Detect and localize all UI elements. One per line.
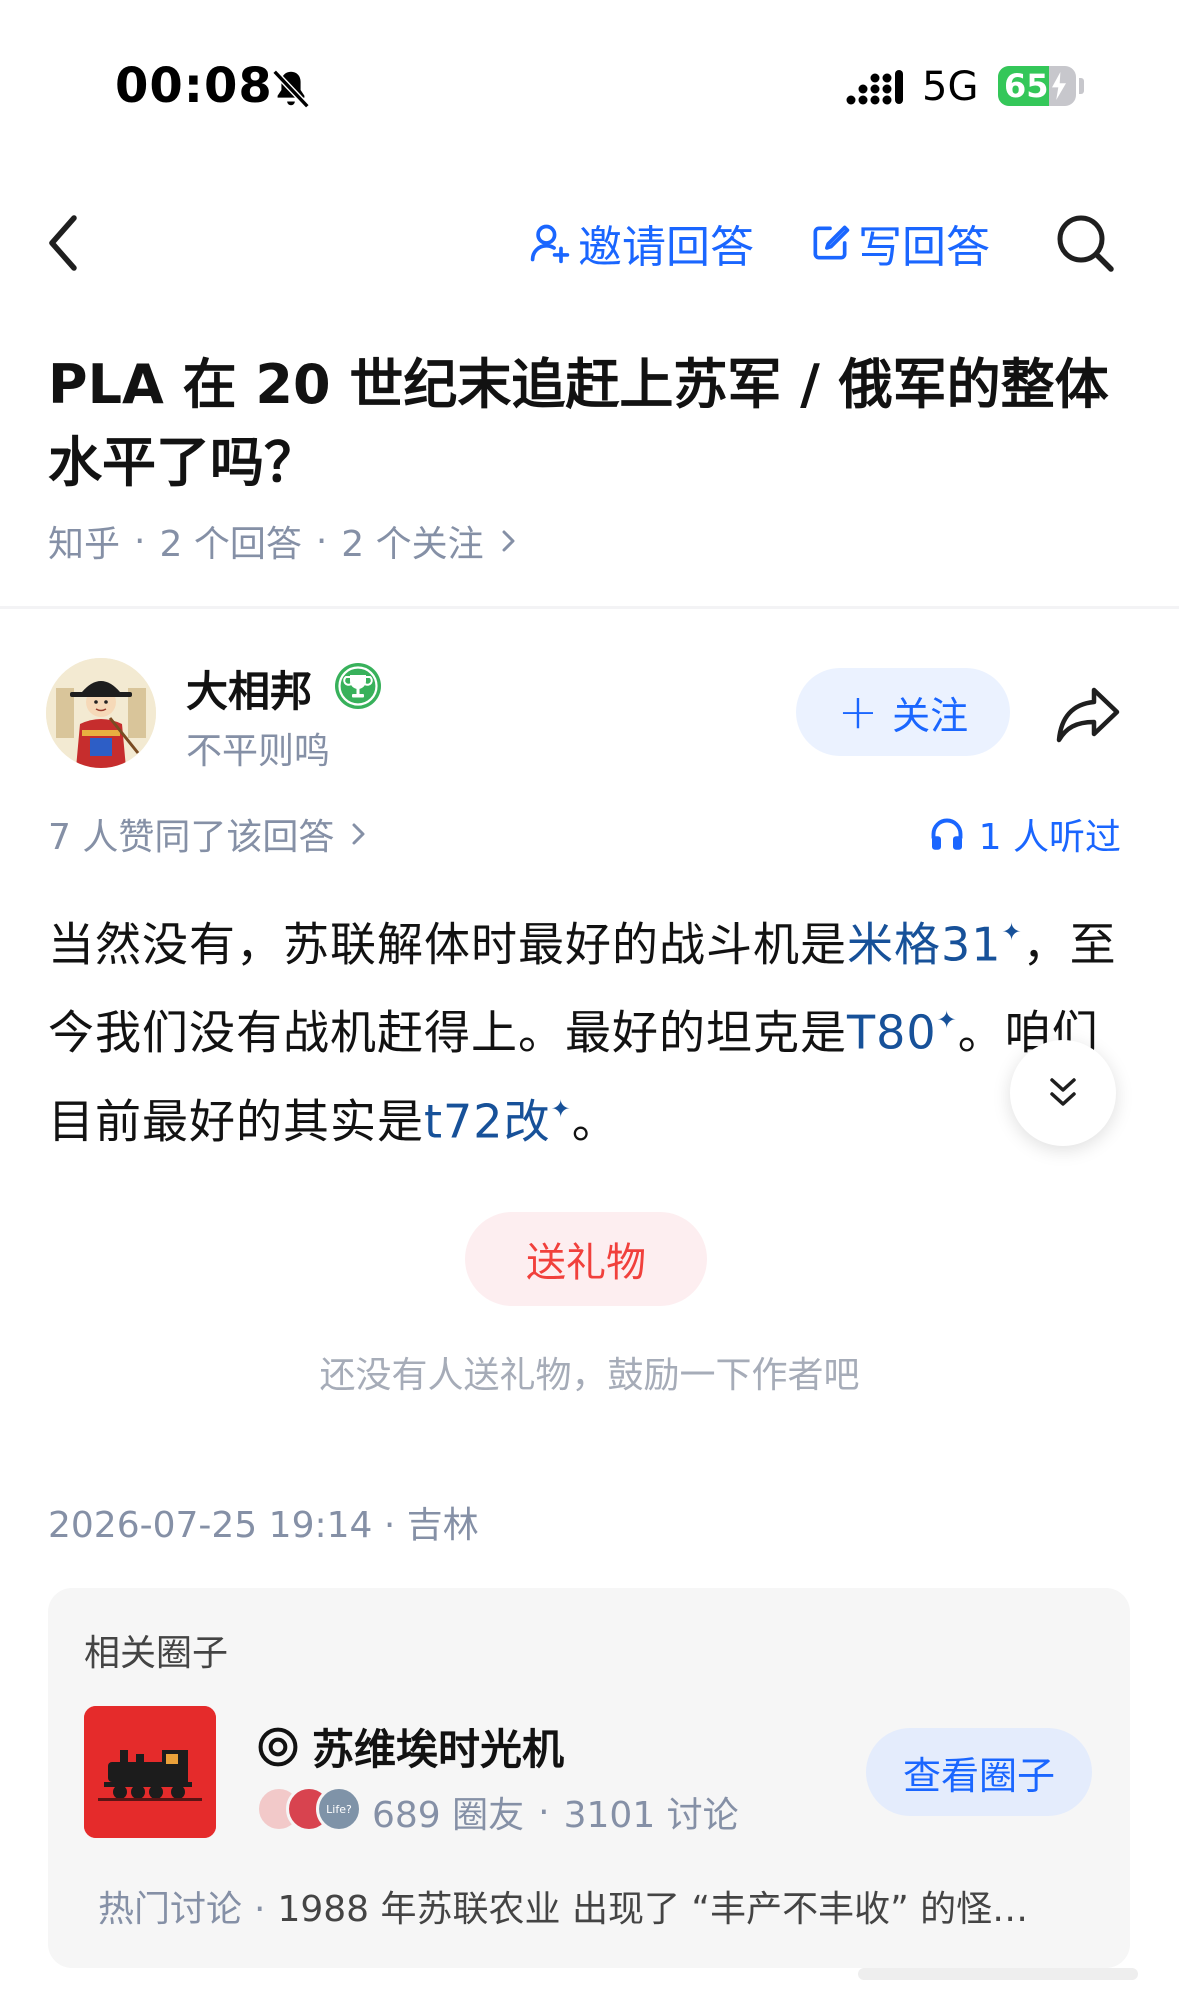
- member-avatars: Life?: [256, 1784, 364, 1834]
- double-chevron-down-icon: [1050, 1078, 1076, 1106]
- view-circle-button[interactable]: 查看圈子: [866, 1728, 1092, 1816]
- separator-dot: ·: [134, 520, 146, 562]
- invite-answer-button[interactable]: 邀请回答: [528, 213, 754, 273]
- write-answer-label: 写回答: [858, 222, 990, 273]
- battery-cap: [1079, 78, 1084, 94]
- follow-count: 2 个关注: [341, 524, 484, 565]
- listen-count-label: 1 人听过: [978, 817, 1121, 858]
- headphones-icon: [931, 818, 963, 850]
- author-bio: 不平则鸣: [186, 731, 331, 772]
- post-meta: 2026-07-25 19:14 · 吉林: [48, 1505, 479, 1546]
- watermark-icon: [858, 1968, 1138, 1980]
- sparkle-icon: ✦: [550, 1094, 572, 1123]
- agree-count[interactable]: 7 人赞同了该回答: [48, 808, 370, 860]
- sparkle-icon: ✦: [1001, 918, 1023, 946]
- status-time: 00:08: [115, 58, 273, 114]
- separator-dot: ·: [254, 1889, 266, 1930]
- author-avatar[interactable]: [46, 658, 156, 768]
- answer-content: 当然没有，苏联解体时最好的战斗机是米格31✦，至今我们没有战机赶得上。最好的坦克…: [48, 896, 1128, 1161]
- train-icon: [84, 1706, 216, 1838]
- hot-discussion[interactable]: 热门讨论 · 1988 年苏联农业 出现了 “丰产不丰收” 的怪…: [98, 1880, 1098, 1932]
- author-name[interactable]: 大相邦: [186, 658, 312, 719]
- circle-stats: 689 圈友 · 3101 讨论: [372, 1786, 739, 1838]
- hot-discussion-topic: 1988 年苏联农业 出现了 “丰产不丰收” 的怪…: [277, 1889, 1029, 1930]
- trophy-badge-icon: [335, 663, 381, 709]
- circle-name[interactable]: 苏维埃时光机: [256, 1716, 564, 1777]
- discussion-count: 3101 讨论: [563, 1795, 739, 1836]
- search-icon[interactable]: [1052, 210, 1118, 276]
- bell-slash-icon: [272, 69, 310, 109]
- hot-discussion-label: 热门讨论: [98, 1889, 243, 1930]
- author-avatar-image: [46, 658, 156, 768]
- member-avatar: Life?: [316, 1786, 362, 1832]
- answer-text: 。: [571, 1093, 619, 1148]
- battery-level: 65: [1004, 67, 1049, 105]
- person-add-icon: [530, 224, 570, 264]
- pencil-square-icon: [813, 225, 850, 260]
- section-divider: [0, 606, 1179, 609]
- question-title[interactable]: PLA 在 20 世纪末追赶上苏军 / 俄军的整体水平了吗？: [48, 346, 1138, 502]
- question-meta[interactable]: 知乎 · 2 个回答 · 2 个关注: [48, 515, 520, 567]
- invite-answer-label: 邀请回答: [578, 222, 754, 273]
- listen-count[interactable]: 1 人听过: [929, 808, 1121, 860]
- share-icon[interactable]: [1054, 684, 1122, 744]
- gift-hint: 还没有人送礼物，鼓励一下作者吧: [319, 1355, 860, 1396]
- plus-icon: +: [837, 684, 879, 740]
- battery-icon: 65: [998, 66, 1076, 106]
- chevron-right-icon: [352, 823, 365, 845]
- signal-icon: [846, 70, 903, 105]
- chevron-left-icon[interactable]: [40, 208, 90, 278]
- question-source: 知乎: [48, 524, 121, 565]
- follow-button[interactable]: + 关注: [796, 668, 1010, 756]
- agree-count-label: 7 人赞同了该回答: [48, 817, 335, 858]
- answer-count: 2 个回答: [159, 524, 302, 565]
- sparkle-icon: ✦: [936, 1006, 958, 1035]
- circle-name-label: 苏维埃时光机: [312, 1725, 565, 1774]
- expand-button[interactable]: [1010, 1040, 1116, 1146]
- status-bar: 00:08 5G 65: [0, 0, 1179, 140]
- send-gift-button[interactable]: 送礼物: [465, 1212, 707, 1306]
- circle-thumbnail: [84, 1706, 216, 1838]
- circle-at-icon: [258, 1727, 298, 1766]
- keyword-link[interactable]: T80: [847, 1006, 937, 1060]
- separator-dot: ·: [538, 1791, 550, 1833]
- chevron-right-icon: [502, 530, 515, 552]
- answer-text: 当然没有，苏联解体时最好的战斗机是: [48, 917, 847, 972]
- keyword-link[interactable]: t72改: [424, 1094, 551, 1148]
- separator-dot: ·: [315, 520, 328, 562]
- network-type: 5G: [922, 64, 979, 110]
- keyword-link[interactable]: 米格31: [847, 917, 1002, 971]
- write-answer-button[interactable]: 写回答: [808, 213, 990, 273]
- charging-bolt-icon: [1052, 72, 1066, 100]
- follow-label: 关注: [892, 693, 969, 738]
- related-circle-card[interactable]: 相关圈子 苏维埃时光机 Life? 689 圈友 · 3101 讨论 查看圈子 …: [48, 1588, 1130, 1968]
- card-title: 相关圈子: [84, 1633, 229, 1674]
- member-count: 689 圈友: [372, 1795, 525, 1836]
